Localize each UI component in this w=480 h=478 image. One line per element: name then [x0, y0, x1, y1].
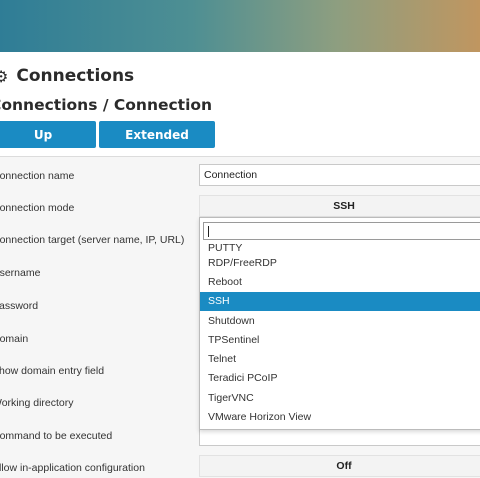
option-shutdown[interactable]: Shutdown — [200, 311, 480, 330]
label-domain: Domain — [0, 333, 29, 345]
dropdown-search-input[interactable] — [203, 222, 480, 240]
label-connection-mode: Connection mode — [0, 202, 75, 214]
label-working-directory: Working directory — [0, 397, 74, 409]
in-app-config-select[interactable]: Off — [199, 455, 480, 477]
option-teradici-pcoip[interactable]: Teradici PCoIP — [200, 369, 480, 388]
option-tpsentinel[interactable]: TPSentinel — [200, 330, 480, 349]
label-connection-target: Connection target (server name, IP, URL) — [0, 234, 185, 246]
gear-icon: ⚙ — [0, 66, 9, 86]
breadcrumb: Connections / Connection — [0, 96, 213, 114]
page-title: ⚙ Connections — [0, 64, 134, 88]
option-putty[interactable]: PUTTY — [200, 241, 480, 253]
option-rdp-freerdp[interactable]: RDP/FreeRDP — [200, 253, 480, 272]
up-button[interactable]: Up — [0, 121, 96, 148]
option-reboot[interactable]: Reboot — [200, 272, 480, 291]
option-telnet[interactable]: Telnet — [200, 349, 480, 368]
label-username: Username — [0, 267, 41, 279]
connection-mode-dropdown: PUTTY RDP/FreeRDP Reboot SSH Shutdown TP… — [199, 217, 480, 430]
label-show-domain: Show domain entry field — [0, 365, 105, 377]
header-banner — [0, 0, 480, 52]
label-in-app-config: Allow in-application configuration — [0, 462, 145, 474]
dropdown-options: PUTTY RDP/FreeRDP Reboot SSH Shutdown TP… — [200, 241, 480, 427]
page-title-text: Connections — [16, 66, 135, 86]
option-vmware-horizon-view[interactable]: VMware Horizon View — [200, 407, 480, 426]
connection-mode-select[interactable]: SSH — [199, 195, 480, 217]
label-password: Password — [0, 300, 39, 312]
label-connection-name: Connection name — [0, 170, 75, 182]
extended-button[interactable]: Extended — [99, 121, 215, 148]
label-command: Command to be executed — [0, 430, 113, 442]
text-caret — [208, 226, 209, 237]
connection-name-field[interactable]: Connection — [199, 164, 480, 186]
option-ssh[interactable]: SSH — [200, 291, 480, 311]
option-tigervnc[interactable]: TigerVNC — [200, 388, 480, 407]
